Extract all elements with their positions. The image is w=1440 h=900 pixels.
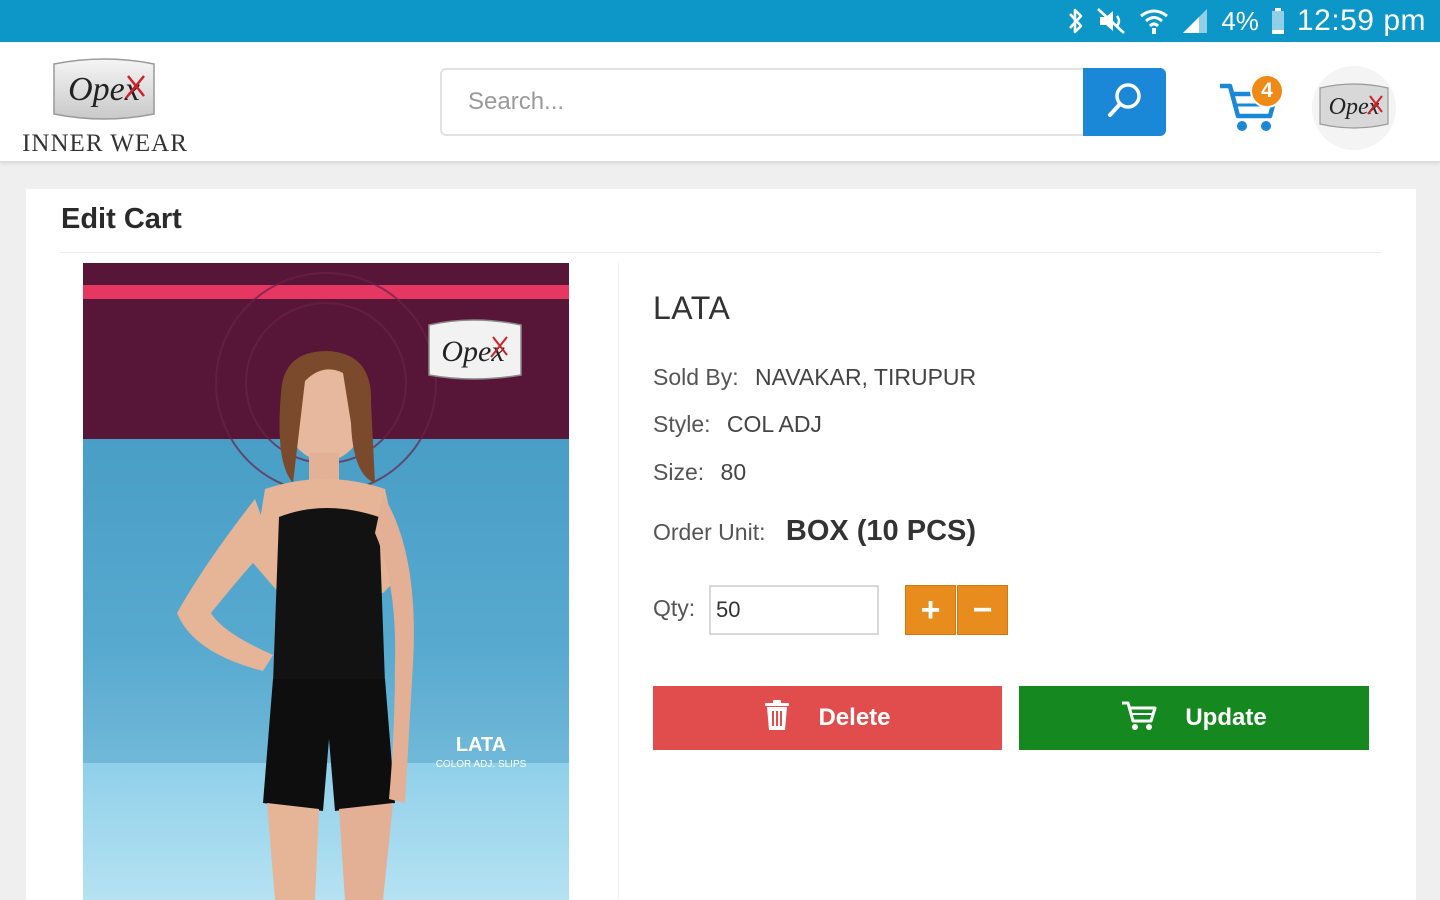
style-label: Style: <box>653 411 711 437</box>
size-label: Size: <box>653 459 705 485</box>
edit-cart-card: Edit Cart Opex LATA COLOR ADJ. SLIPS LAT… <box>26 189 1416 900</box>
sold-by-label: Sold By: <box>653 364 739 390</box>
status-bar: 4% 12:59 pm <box>0 0 1440 42</box>
page-title: Edit Cart <box>61 203 182 235</box>
signal-icon <box>1181 7 1209 35</box>
image-brand-badge: Opex <box>428 319 522 380</box>
avatar[interactable]: Opex <box>1312 66 1396 150</box>
profile-logo-icon: Opex <box>1316 82 1392 135</box>
product-image: Opex LATA COLOR ADJ. SLIPS <box>83 263 569 900</box>
update-button[interactable]: Update <box>1019 686 1369 750</box>
image-product-label: LATA <box>456 734 506 756</box>
bluetooth-icon <box>1067 7 1085 35</box>
search-button[interactable] <box>1083 68 1166 136</box>
product-name: LATA <box>653 290 731 326</box>
order-unit-value: BOX (10 PCS) <box>785 515 977 547</box>
order-unit-row: Order Unit: BOX (10 PCS) <box>653 515 976 548</box>
column-divider <box>618 263 619 900</box>
size-value: 80 <box>720 459 747 485</box>
trash-icon <box>764 699 790 738</box>
sold-by-row: Sold By: NAVAKAR, TIRUPUR <box>653 364 976 391</box>
brand-logo[interactable]: Opex INNER WEAR <box>14 48 196 158</box>
size-row: Size: 80 <box>653 459 746 486</box>
app-header: Opex INNER WEAR 4 Opex <box>0 42 1440 162</box>
qty-label: Qty: <box>653 595 696 621</box>
cart-count-badge: 4 <box>1250 74 1284 108</box>
qty-decrease-button[interactable]: − <box>957 585 1008 635</box>
battery-percent: 4% <box>1221 5 1259 36</box>
clock-time: 12:59 pm <box>1296 4 1426 37</box>
qty-input[interactable] <box>709 585 879 635</box>
image-product-sublabel: COLOR ADJ. SLIPS <box>436 759 527 770</box>
search-input[interactable] <box>442 70 1082 134</box>
style-value: COL ADJ <box>726 411 822 437</box>
logo-badge-icon: Opex <box>48 56 160 122</box>
cart-button[interactable]: 4 <box>1218 74 1288 136</box>
search-bar <box>440 68 1166 136</box>
qty-increase-button[interactable]: + <box>905 585 956 635</box>
sold-by-value: NAVAKAR, TIRUPUR <box>755 364 977 390</box>
update-label: Update <box>1185 704 1267 731</box>
order-unit-label: Order Unit: <box>653 519 766 545</box>
search-icon <box>1105 80 1145 125</box>
title-divider <box>60 252 1382 253</box>
cart-icon <box>1218 83 1282 140</box>
logo-text: INNER WEAR <box>22 130 188 157</box>
cart-update-icon <box>1121 699 1157 738</box>
mute-icon <box>1097 7 1127 35</box>
battery-icon <box>1271 7 1285 35</box>
delete-button[interactable]: Delete <box>653 686 1002 750</box>
delete-label: Delete <box>818 704 891 731</box>
style-row: Style: COL ADJ <box>653 411 822 438</box>
wifi-icon <box>1139 7 1169 35</box>
